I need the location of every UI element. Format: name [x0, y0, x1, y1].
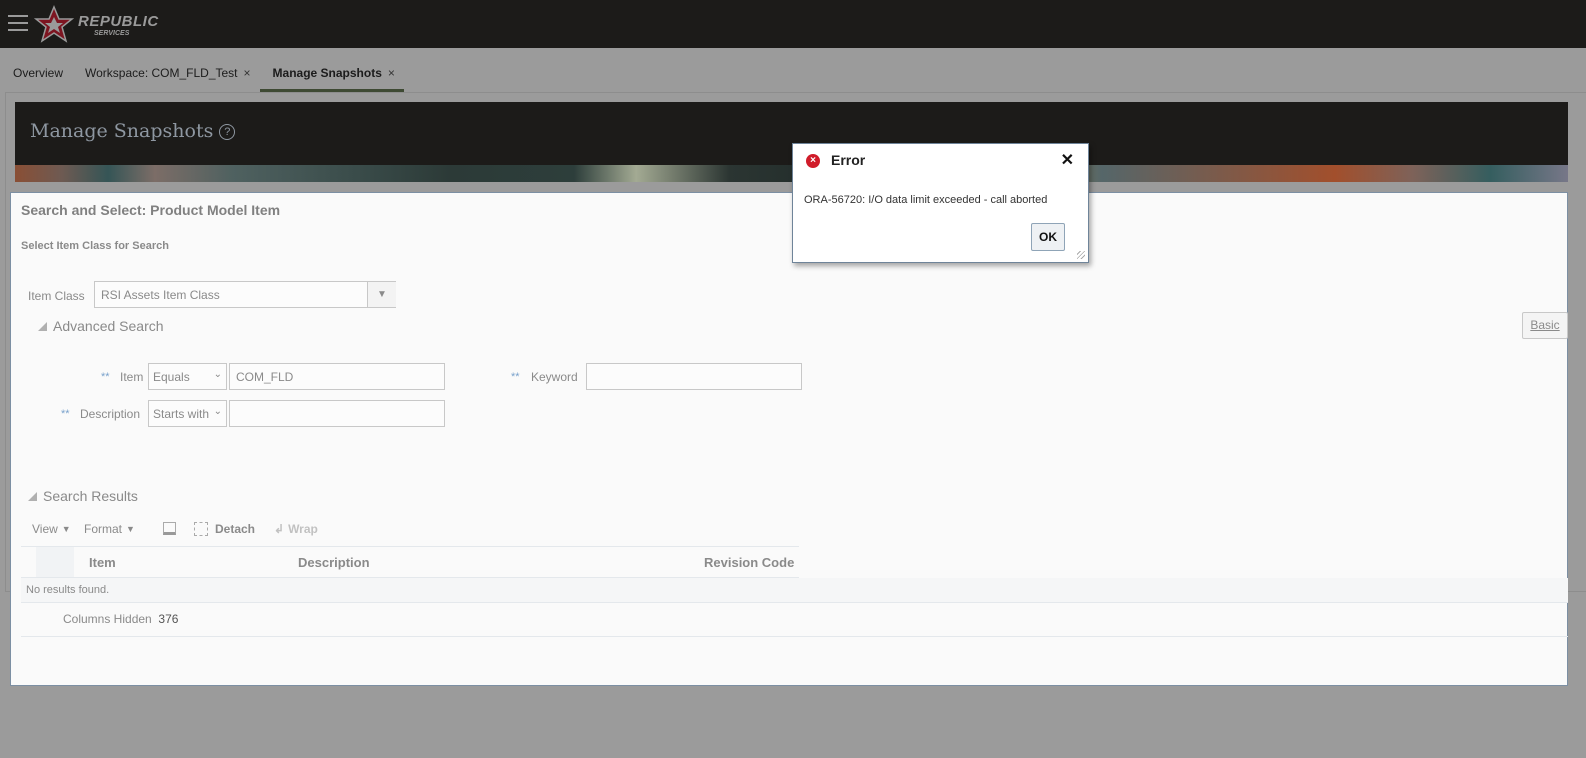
description-label: Description: [80, 407, 141, 421]
columns-hidden-count: 376: [158, 612, 179, 626]
tab-workspace[interactable]: Workspace: COM_FLD_Test ×: [72, 58, 260, 92]
basic-button[interactable]: Basic: [1522, 312, 1568, 339]
close-icon[interactable]: ✕: [1061, 150, 1074, 170]
keyword-input[interactable]: [586, 363, 802, 390]
detach-label: Detach: [215, 522, 256, 536]
error-dialog-title: Error: [831, 152, 866, 168]
item-operator-select[interactable]: Equals ⌄: [148, 363, 227, 390]
error-message: ORA-56720: I/O data limit exceeded - cal…: [804, 194, 1048, 206]
view-label: View: [32, 522, 58, 536]
error-dialog: × Error ✕ ORA-56720: I/O data limit exce…: [792, 143, 1089, 263]
brand-sub: SERVICES: [94, 29, 130, 37]
resize-grip-icon[interactable]: [1077, 251, 1085, 259]
results-table: Item Description Revision Code No result…: [21, 546, 1568, 637]
tab-bar: Overview Workspace: COM_FLD_Test × Manage…: [0, 58, 404, 92]
detach-button[interactable]: Detach: [194, 522, 255, 536]
caret-down-icon: ▼: [126, 524, 135, 534]
item-label: Item: [120, 370, 144, 384]
table-header: Item Description Revision Code: [21, 546, 799, 578]
ok-button[interactable]: OK: [1031, 223, 1065, 251]
columns-hidden-label: Columns Hidden: [63, 612, 152, 626]
advanced-search-label: Advanced Search: [53, 318, 164, 334]
caret-down-icon: ▼: [61, 524, 71, 534]
tab-overview[interactable]: Overview: [0, 58, 72, 92]
close-icon[interactable]: ×: [244, 66, 251, 92]
format-label: Format: [84, 522, 123, 536]
item-class-label: Item Class: [28, 289, 85, 303]
chevron-down-icon: ⌄: [213, 369, 222, 380]
search-results-header[interactable]: Search Results: [28, 488, 138, 504]
row-selector-header: [36, 547, 74, 577]
view-menu[interactable]: View ▼: [32, 522, 71, 536]
page-title: Manage Snapshots?: [30, 120, 236, 142]
section-subtitle: Select Item Class for Search: [21, 240, 169, 252]
columns-hidden-status: Columns Hidden 376: [21, 603, 1568, 637]
dropdown-icon[interactable]: ▼: [367, 282, 396, 307]
item-class-value: RSI Assets Item Class: [101, 288, 220, 302]
error-icon: ×: [806, 154, 820, 168]
brand-name: REPUBLIC: [78, 12, 159, 30]
chevron-down-icon: ⌄: [213, 406, 222, 417]
tab-label: Overview: [13, 66, 64, 80]
column-header-description[interactable]: Description: [298, 555, 370, 570]
tab-label: Workspace: COM_FLD_Test: [85, 66, 238, 80]
dialog-title: Search and Select: Product Model Item: [21, 202, 281, 218]
collapse-icon: [38, 322, 47, 331]
tab-label: Manage Snapshots: [272, 66, 382, 80]
wrap-icon: ↲: [274, 522, 285, 536]
top-bar: REPUBLIC SERVICES: [0, 0, 1586, 48]
required-marker: **: [511, 371, 520, 383]
wrap-button[interactable]: ↲ Wrap: [274, 522, 318, 536]
page-title-text: Manage Snapshots: [30, 120, 214, 142]
wrap-label: Wrap: [288, 522, 318, 536]
basic-label: Basic: [1530, 318, 1560, 332]
republic-services-logo[interactable]: REPUBLIC SERVICES: [34, 5, 159, 45]
description-operator-value: Starts with: [153, 407, 210, 421]
description-input[interactable]: [229, 400, 445, 427]
query-by-example-button[interactable]: [163, 522, 176, 535]
format-menu[interactable]: Format ▼: [84, 522, 135, 536]
item-input[interactable]: COM_FLD: [229, 363, 445, 390]
item-operator-value: Equals: [153, 370, 190, 384]
required-marker: **: [101, 371, 110, 383]
tab-manage-snapshots[interactable]: Manage Snapshots ×: [259, 58, 404, 92]
search-select-dialog: Search and Select: Product Model Item Se…: [10, 192, 1568, 686]
column-header-item[interactable]: Item: [89, 555, 116, 570]
no-results-message: No results found.: [21, 578, 1568, 603]
detach-icon: [194, 522, 208, 536]
column-header-revision-code[interactable]: Revision Code: [704, 555, 794, 570]
filter-icon: [163, 522, 176, 535]
item-class-combobox[interactable]: RSI Assets Item Class ▼: [94, 281, 396, 308]
collapse-icon: [28, 492, 37, 501]
description-operator-select[interactable]: Starts with ⌄: [148, 400, 227, 427]
close-icon[interactable]: ×: [388, 66, 395, 89]
required-marker: **: [61, 408, 70, 420]
help-icon[interactable]: ?: [219, 124, 236, 140]
search-results-label: Search Results: [43, 488, 138, 504]
item-input-value: COM_FLD: [236, 370, 294, 384]
menu-icon[interactable]: [8, 15, 28, 31]
advanced-search-header[interactable]: Advanced Search: [38, 318, 164, 334]
star-logo-icon: [34, 5, 74, 43]
keyword-label: Keyword: [531, 370, 578, 384]
